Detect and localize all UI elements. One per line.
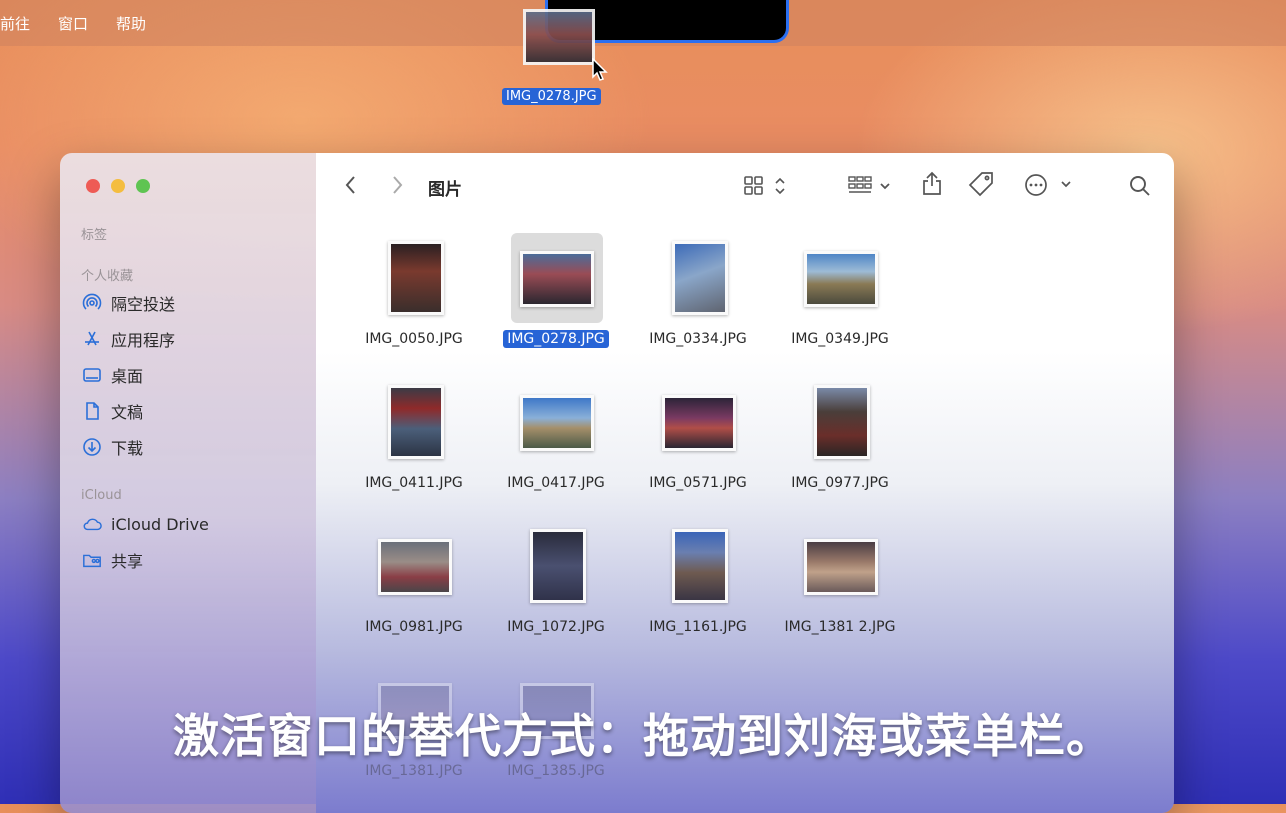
file-name: IMG_1381 2.JPG	[784, 619, 896, 635]
dragged-file-label: IMG_0278.JPG	[502, 88, 601, 105]
file-name: IMG_1161.JPG	[649, 619, 747, 635]
photo-thumbnail	[530, 529, 586, 603]
sidebar-item-downloads[interactable]: 下载	[82, 434, 143, 460]
photo-thumbnail	[804, 251, 878, 307]
file-name: IMG_0334.JPG	[649, 331, 747, 347]
file-thumbnail-area	[511, 521, 603, 611]
video-subtitle: 激活窗口的替代方式：拖动到刘海或菜单栏。	[173, 709, 1113, 763]
section-header-tags[interactable]: 标签	[81, 224, 107, 243]
forward-icon[interactable]	[390, 175, 404, 195]
photo-thumbnail	[672, 241, 728, 315]
download-icon	[82, 437, 102, 457]
sidebar-item-label: 应用程序	[111, 331, 176, 350]
menu-window[interactable]: 窗口	[58, 13, 88, 34]
group-by-icon[interactable]	[848, 175, 894, 197]
document-icon	[82, 401, 102, 421]
file-thumbnail-area	[653, 521, 745, 611]
file-name: IMG_0411.JPG	[365, 475, 463, 491]
applications-icon	[82, 329, 102, 349]
photo-thumbnail	[520, 251, 594, 307]
photo-thumbnail	[378, 539, 452, 595]
sidebar-item-airdrop[interactable]: 隔空投送	[82, 290, 175, 316]
airdrop-icon	[82, 293, 102, 313]
file-thumbnail-area	[795, 233, 887, 323]
file-name: IMG_0349.JPG	[791, 331, 889, 347]
toolbar: 图片	[316, 153, 1174, 219]
menu-go[interactable]: 前往	[0, 13, 30, 34]
sidebar-item-label: 文稿	[111, 403, 144, 422]
minimize-window-button[interactable]	[111, 179, 125, 193]
photo-thumbnail	[388, 241, 444, 315]
menu-help[interactable]: 帮助	[116, 13, 146, 34]
file-name: IMG_0278.JPG	[476, 330, 636, 348]
section-header-icloud[interactable]: iCloud	[81, 488, 122, 503]
file-thumbnail-area	[369, 521, 461, 611]
file-name: IMG_0417.JPG	[507, 475, 605, 491]
back-icon[interactable]	[344, 175, 358, 195]
dragged-file-thumbnail[interactable]	[523, 9, 595, 65]
section-header-favorites[interactable]: 个人收藏	[81, 265, 133, 284]
shared-folder-icon	[82, 550, 102, 570]
share-icon[interactable]	[920, 171, 944, 197]
file-thumbnail-area	[653, 233, 745, 323]
sidebar-item-documents[interactable]: 文稿	[82, 398, 143, 424]
photo-thumbnail	[814, 385, 870, 459]
selected-file-name: IMG_0278.JPG	[503, 330, 609, 348]
folder-title: 图片	[428, 180, 462, 200]
file-thumbnail-area	[511, 233, 603, 323]
sidebar-item-label: iCloud Drive	[111, 514, 209, 534]
file-thumbnail-area	[511, 377, 603, 467]
photo-thumbnail	[520, 395, 594, 451]
sidebar-item-label: 下载	[111, 439, 144, 458]
file-thumbnail-area	[369, 233, 461, 323]
file-thumbnail-area	[795, 377, 887, 467]
sidebar-item-shared[interactable]: 共享	[82, 547, 143, 573]
file-thumbnail-area	[653, 377, 745, 467]
sidebar-item-label: 桌面	[111, 367, 144, 386]
pointer-cursor-icon	[592, 58, 608, 81]
tag-icon[interactable]	[968, 171, 996, 197]
file-thumbnail-area	[795, 521, 887, 611]
grid-view-icon[interactable]	[744, 175, 790, 197]
file-name: IMG_0571.JPG	[649, 475, 747, 491]
photo-thumbnail	[662, 395, 736, 451]
file-name: IMG_0977.JPG	[791, 475, 889, 491]
desktop-icon	[82, 365, 102, 385]
more-actions-icon[interactable]	[1024, 173, 1072, 197]
file-name: IMG_1072.JPG	[507, 619, 605, 635]
cloud-icon	[82, 514, 102, 534]
file-name: IMG_0981.JPG	[365, 619, 463, 635]
zoom-window-button[interactable]	[136, 179, 150, 193]
search-icon[interactable]	[1128, 174, 1152, 198]
photo-thumbnail	[804, 539, 878, 595]
photo-thumbnail	[388, 385, 444, 459]
sidebar-item-applications[interactable]: 应用程序	[82, 326, 175, 352]
sidebar-item-label: 隔空投送	[111, 295, 176, 314]
close-window-button[interactable]	[86, 179, 100, 193]
file-thumbnail-area	[369, 377, 461, 467]
sidebar-item-label: 共享	[111, 552, 144, 571]
photo-thumbnail	[672, 529, 728, 603]
file-name: IMG_0050.JPG	[365, 331, 463, 347]
sidebar-item-desktop[interactable]: 桌面	[82, 362, 143, 388]
sidebar-item-icloud-drive[interactable]: iCloud Drive	[82, 511, 209, 537]
